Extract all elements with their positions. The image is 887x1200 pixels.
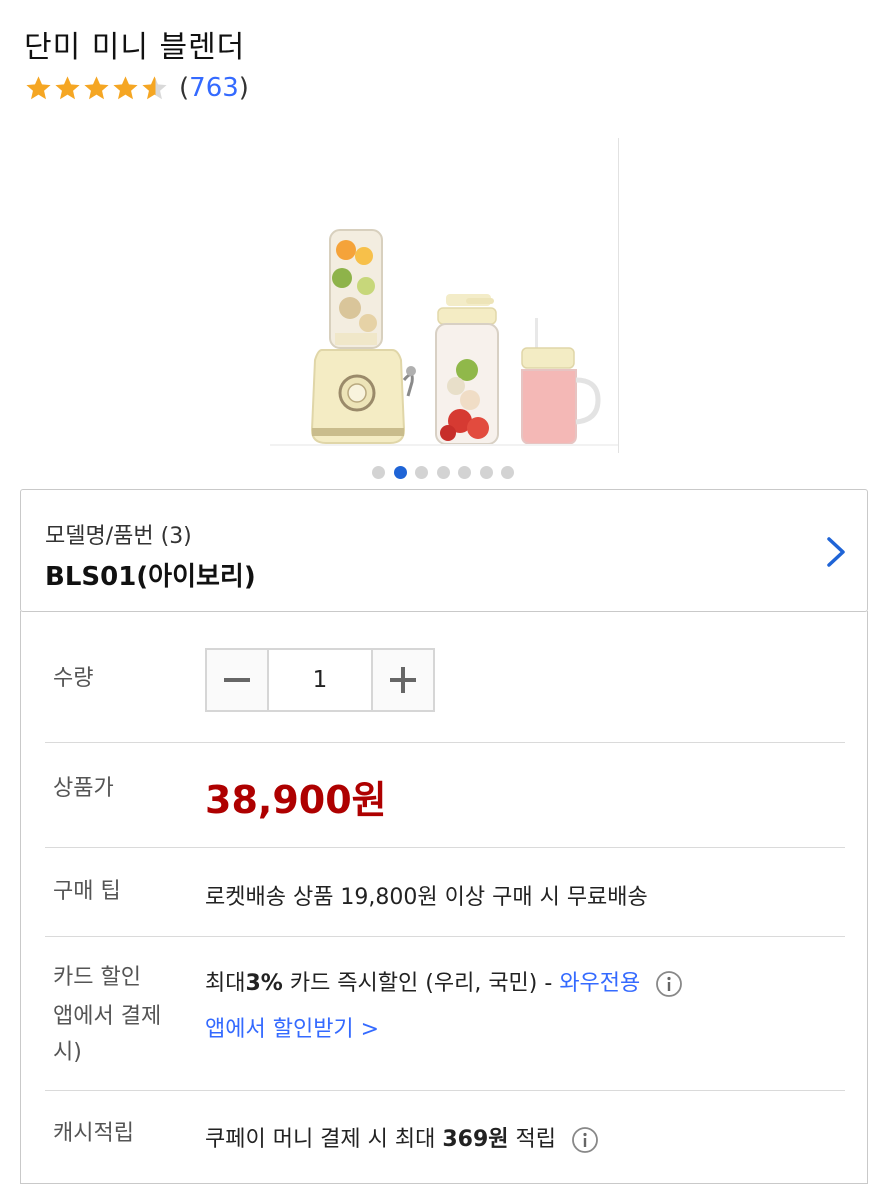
cash-label: 캐시적립: [53, 1121, 134, 1146]
cash-amount: 369원: [442, 1127, 509, 1152]
quantity-stepper[interactable]: 1: [205, 648, 435, 712]
product-price: 38,900원: [205, 778, 387, 822]
review-count-link[interactable]: (763): [179, 73, 249, 103]
card-discount-text: 최대3% 카드 즉시할인 (우리, 국민) - 와우전용: [205, 965, 683, 998]
tip-text: 로켓배송 상품 19,800원 이상 구매 시 무료배송: [205, 885, 648, 910]
review-paren-close: ): [238, 73, 249, 103]
card-label-line2: 앱에서 결제: [53, 1004, 162, 1029]
price-label: 상품가: [53, 776, 114, 801]
quantity-increase-button[interactable]: [371, 650, 433, 710]
info-icon[interactable]: [571, 1126, 599, 1154]
quantity-decrease-button[interactable]: [207, 650, 269, 710]
wow-only-label: 와우전용: [559, 971, 641, 996]
rating-stars: [24, 74, 169, 103]
cash-prefix: 쿠페이 머니 결제 시 최대: [205, 1127, 443, 1152]
card-prefix: 최대: [205, 971, 246, 996]
row-divider: [45, 1090, 845, 1091]
jar-illustration: [521, 318, 601, 445]
option-label: 모델명/품번 (3): [45, 524, 192, 549]
carousel-dot[interactable]: [372, 466, 385, 479]
purchase-info-box: 수량 1 상품가 38,900원 구매 팁 로켓배송 상품 19,800원 이상…: [20, 611, 868, 1184]
carousel-dot[interactable]: [501, 466, 514, 479]
image-divider: [618, 138, 619, 453]
star-icon: [84, 75, 109, 99]
star-icon: [26, 75, 51, 99]
star-icon: [55, 75, 80, 99]
card-label-line3: 시): [53, 1040, 82, 1065]
product-image[interactable]: [0, 138, 887, 463]
carousel-dot-active[interactable]: [393, 466, 407, 479]
app-discount-link[interactable]: 앱에서 할인받기 >: [205, 1011, 379, 1043]
carousel-dot[interactable]: [479, 466, 493, 479]
plus-icon: [390, 667, 416, 693]
info-icon[interactable]: [655, 970, 683, 998]
card-text: 카드 즉시할인 (우리, 국민) -: [282, 971, 560, 996]
row-divider: [45, 936, 845, 937]
cash-text: 쿠페이 머니 결제 시 최대 369원 적립: [205, 1121, 599, 1154]
tip-label: 구매 팁: [53, 879, 121, 904]
row-divider: [45, 847, 845, 848]
cash-suffix: 적립: [508, 1127, 557, 1152]
star-half-icon: [142, 75, 167, 99]
star-icon: [113, 75, 138, 99]
product-title: 단미 미니 블렌더: [24, 30, 246, 65]
review-paren-open: (: [179, 73, 190, 103]
bottle-illustration: [435, 294, 499, 445]
carousel-dots[interactable]: [372, 466, 523, 479]
quantity-label: 수량: [53, 666, 94, 691]
chevron-right-icon: [827, 537, 845, 567]
option-selector[interactable]: 모델명/품번 (3) BLS01(아이보리): [20, 489, 868, 612]
row-divider: [45, 742, 845, 743]
option-value: BLS01(아이보리): [45, 562, 256, 592]
card-label-line1: 카드 할인: [53, 965, 141, 990]
review-count: 763: [189, 73, 239, 103]
blender-illustration: [310, 229, 416, 444]
card-percent: 3%: [245, 971, 283, 996]
quantity-input[interactable]: 1: [269, 650, 371, 710]
carousel-dot[interactable]: [436, 466, 450, 479]
carousel-dot[interactable]: [415, 466, 428, 479]
carousel-dot[interactable]: [458, 466, 471, 479]
rating-row[interactable]: (763): [24, 70, 249, 106]
minus-icon: [224, 678, 250, 682]
